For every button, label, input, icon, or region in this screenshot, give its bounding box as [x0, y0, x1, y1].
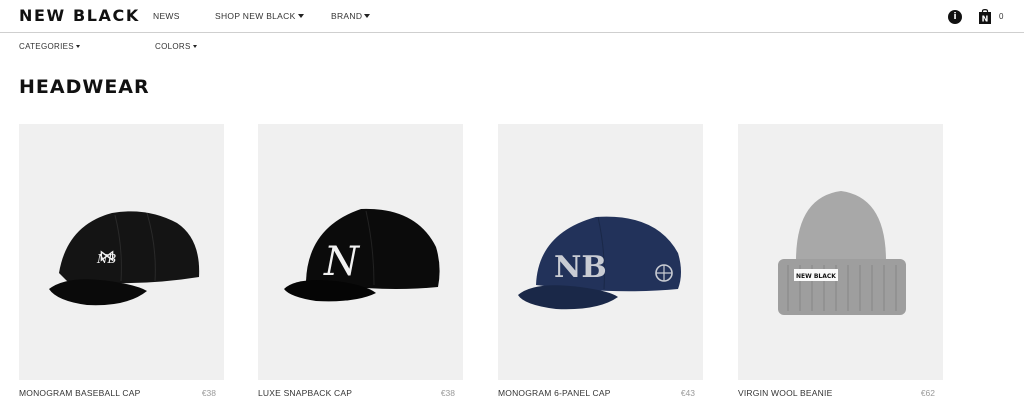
- nav-brand-label: BRAND: [331, 11, 363, 21]
- product-name[interactable]: MONOGRAM BASEBALL CAP: [19, 388, 141, 398]
- product-card: NB MONOGRAM 6-PANEL CAP €43: [498, 124, 703, 398]
- svg-text:N: N: [323, 239, 361, 285]
- svg-text:N: N: [982, 15, 989, 24]
- product-name[interactable]: LUXE SNAPBACK CAP: [258, 388, 352, 398]
- cap-image: NB: [517, 216, 681, 310]
- svg-text:NB: NB: [96, 252, 117, 266]
- svg-text:NB: NB: [554, 250, 607, 285]
- filter-categories-label: CATEGORIES: [19, 42, 74, 51]
- filter-colors[interactable]: COLORS: [155, 42, 197, 51]
- chevron-down-icon: [75, 45, 80, 48]
- chevron-down-icon: [297, 14, 304, 18]
- cart-count: 0: [999, 12, 1004, 21]
- product-price: €38: [440, 388, 455, 398]
- product-price: €62: [920, 388, 935, 398]
- product-image-virgin-wool-beanie[interactable]: NEW BLACK: [738, 124, 943, 380]
- chevron-down-icon: [192, 45, 197, 48]
- brand-logo[interactable]: NEW BLACK: [19, 6, 140, 25]
- product-image-luxe-snapback-cap[interactable]: N: [258, 124, 463, 380]
- beanie-image: NEW BLACK: [777, 191, 906, 315]
- product-price: €38: [201, 388, 216, 398]
- product-card: NEW BLACK VIRGIN WOOL BEANIE €62: [738, 124, 943, 398]
- product-image-monogram-6-panel-cap[interactable]: NB: [498, 124, 703, 380]
- product-name[interactable]: MONOGRAM 6-PANEL CAP: [498, 388, 611, 398]
- nav-shop-label: SHOP NEW BLACK: [215, 11, 296, 21]
- cap-image: N: [283, 208, 440, 302]
- product-image-monogram-baseball-cap[interactable]: ⋈ NB: [19, 124, 224, 380]
- info-icon[interactable]: i: [948, 10, 962, 24]
- product-name[interactable]: VIRGIN WOOL BEANIE: [738, 388, 832, 398]
- nav-brand[interactable]: BRAND: [331, 11, 371, 21]
- nav-shop-new-black[interactable]: SHOP NEW BLACK: [215, 11, 304, 21]
- cap-image: ⋈ NB: [48, 211, 199, 306]
- product-price: €43: [680, 388, 695, 398]
- chevron-down-icon: [364, 14, 371, 18]
- nav-news[interactable]: NEWS: [153, 11, 180, 21]
- filter-categories[interactable]: CATEGORIES: [19, 42, 80, 51]
- filter-colors-label: COLORS: [155, 42, 191, 51]
- shopping-bag-icon[interactable]: N: [979, 8, 991, 24]
- product-card: ⋈ NB MONOGRAM BASEBALL CAP €38: [19, 124, 224, 398]
- page-title: HEADWEAR: [19, 76, 150, 98]
- nav-news-label: NEWS: [153, 11, 180, 21]
- product-card: N LUXE SNAPBACK CAP €38: [258, 124, 463, 398]
- top-navigation-bar: NEW BLACK NEWS SHOP NEW BLACK BRAND i N …: [0, 0, 1024, 33]
- svg-text:NEW BLACK: NEW BLACK: [796, 273, 836, 280]
